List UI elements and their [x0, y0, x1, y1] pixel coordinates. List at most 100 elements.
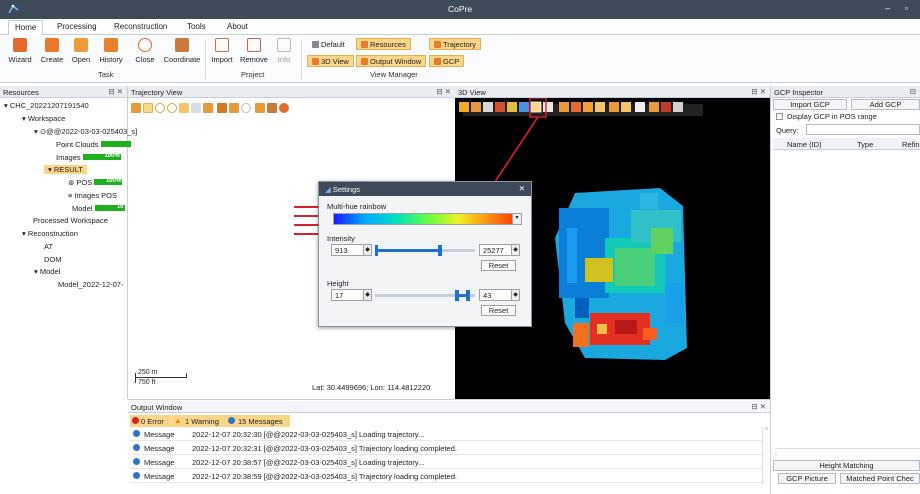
- tab-reconstruction[interactable]: Reconstruction: [114, 22, 167, 31]
- window-controls[interactable]: – ▫: [885, 3, 914, 13]
- panel-pin-close-icon[interactable]: ⊟ ✕: [108, 87, 123, 96]
- scroll-up-icon[interactable]: ˄: [765, 427, 769, 433]
- height-max-stepper[interactable]: ◆: [511, 289, 520, 301]
- create-button[interactable]: Create: [39, 38, 65, 64]
- tree-pos[interactable]: ⊛ POS 100%: [68, 178, 123, 187]
- title-bar: CoPre – ▫: [0, 0, 920, 19]
- matched-point-check-button[interactable]: Matched Point Chec: [840, 473, 920, 484]
- coordinate-button[interactable]: Coordinate: [162, 38, 202, 64]
- gcp-picture-button[interactable]: GCP Picture: [778, 473, 836, 484]
- view-gcp-button[interactable]: GCP: [429, 55, 465, 67]
- intensity-max-stepper[interactable]: ◆: [511, 244, 520, 256]
- height-matching-button[interactable]: Height Matching: [773, 460, 920, 471]
- col-type[interactable]: Type: [857, 140, 873, 149]
- tab-home[interactable]: Home: [8, 20, 44, 36]
- tree-point-clouds[interactable]: Point Clouds: [56, 140, 131, 149]
- view-3d-button[interactable]: 3D View: [307, 55, 354, 67]
- layer-icon[interactable]: [179, 103, 189, 113]
- info-button[interactable]: Info: [274, 38, 294, 64]
- height-min-field[interactable]: 17: [331, 289, 365, 301]
- panel-divider: [770, 86, 771, 494]
- view-default-button[interactable]: Default: [307, 38, 350, 50]
- log-row[interactable]: Message 2022-12-07 20:32:31 [@@2022-03-03…: [130, 441, 763, 455]
- import-button[interactable]: Import: [208, 38, 236, 64]
- tree-model-group[interactable]: ▾ Model: [34, 267, 60, 276]
- colormap-select[interactable]: ▾: [333, 213, 522, 225]
- point-clouds-progress: [100, 141, 131, 147]
- warning-count[interactable]: 1 Warning: [185, 417, 219, 426]
- history-button[interactable]: History: [96, 38, 126, 64]
- height-min-stepper[interactable]: ◆: [363, 289, 372, 301]
- refresh-icon[interactable]: [167, 103, 177, 113]
- intensity-max-field[interactable]: 25277: [479, 244, 513, 256]
- measure-icon[interactable]: [217, 103, 227, 113]
- import-gcp-button[interactable]: Import GCP: [773, 99, 847, 110]
- tab-processing[interactable]: Processing: [57, 22, 97, 31]
- tree-images-pos[interactable]: ≡ Images POS: [68, 191, 117, 200]
- panel-pin-icon[interactable]: ⊟: [910, 87, 916, 96]
- output-header: Output Window ⊟ ✕: [128, 401, 770, 413]
- intensity-min-field[interactable]: 913: [331, 244, 365, 256]
- history-icon[interactable]: [241, 103, 251, 113]
- eye-dropdown-icon[interactable]: [279, 103, 289, 113]
- tree-result[interactable]: ▾ RESULT: [44, 165, 87, 174]
- intensity-max-handle[interactable]: [438, 245, 442, 256]
- intensity-slider-track[interactable]: [375, 245, 475, 256]
- display-gcp-checkbox[interactable]: [776, 113, 783, 120]
- view-trajectory-button[interactable]: Trajectory: [429, 38, 482, 50]
- log-row[interactable]: Message 2022-12-07 20:38:59 [@@2022-03-03…: [130, 469, 763, 483]
- close-button[interactable]: Close: [133, 38, 157, 64]
- tree-model-item[interactable]: Model_2022-12-07-: [58, 280, 123, 289]
- height-max-field[interactable]: 43: [479, 289, 513, 301]
- model-progress: 10: [94, 204, 125, 211]
- select-tool-icon[interactable]: [143, 103, 153, 113]
- scroll-left-icon[interactable]: ‹: [775, 452, 777, 458]
- tree-at[interactable]: AT: [44, 242, 53, 251]
- intensity-min-handle[interactable]: [375, 245, 378, 256]
- height-reset-button[interactable]: Reset: [481, 305, 516, 316]
- tab-about[interactable]: About: [227, 22, 248, 31]
- intensity-min-stepper[interactable]: ◆: [363, 244, 372, 256]
- image-icon[interactable]: [267, 103, 277, 113]
- add-gcp-button[interactable]: Add GCP: [851, 99, 920, 110]
- pos-progress-text: 100%: [105, 178, 122, 184]
- view-output-button[interactable]: Output Window: [356, 55, 427, 67]
- tree-root[interactable]: ▾ CHC_20221207191540: [4, 101, 89, 110]
- log-row[interactable]: Message 2022-12-07 20:38:57 [@@2022-03-03…: [130, 455, 763, 469]
- intensity-reset-button[interactable]: Reset: [481, 260, 516, 271]
- tree-workspace[interactable]: ▾ Workspace: [22, 114, 65, 123]
- height-max-handle[interactable]: [466, 290, 470, 301]
- tree-dom[interactable]: DOM: [44, 255, 62, 264]
- height-min-handle[interactable]: [455, 290, 459, 301]
- tree-processed-workspace[interactable]: Processed Workspace: [33, 216, 108, 225]
- height-slider-track[interactable]: [375, 290, 475, 301]
- open-button[interactable]: Open: [69, 38, 93, 64]
- frame-icon[interactable]: [191, 103, 201, 113]
- wizard-button[interactable]: Wizard: [7, 38, 33, 64]
- rotate-icon[interactable]: [155, 103, 165, 113]
- tab-tools[interactable]: Tools: [187, 22, 206, 31]
- tree-reconstruction[interactable]: ▾ Reconstruction: [22, 229, 78, 238]
- home-view-icon[interactable]: [131, 103, 141, 113]
- tree-images[interactable]: Images 100%: [56, 153, 121, 162]
- settings-close-icon[interactable]: ✕: [519, 184, 525, 193]
- col-name-id[interactable]: Name (ID): [787, 140, 822, 149]
- remove-button[interactable]: Remove: [238, 38, 270, 64]
- tree-dataset[interactable]: ▾ ⊙@@2022-03-03-025403_s]: [34, 127, 137, 136]
- tree-model[interactable]: Model 10: [72, 204, 125, 213]
- panel-pin-close-icon[interactable]: ⊟ ✕: [436, 87, 451, 96]
- query-input[interactable]: [806, 124, 920, 135]
- filter-icon[interactable]: [255, 103, 265, 113]
- output-vscrollbar[interactable]: ˄: [762, 427, 770, 485]
- message-count[interactable]: 15 Messages: [238, 417, 283, 426]
- tools-icon[interactable]: [229, 103, 239, 113]
- panel-pin-close-icon[interactable]: ⊟ ✕: [751, 402, 766, 411]
- gcp-hscrollbar[interactable]: ‹: [775, 448, 920, 458]
- 3d-view-icon: [312, 58, 319, 65]
- log-row[interactable]: Message 2022-12-07 20:32:30 [@@2022-03-03…: [130, 427, 763, 441]
- view-resources-button[interactable]: Resources: [356, 38, 411, 50]
- col-refine[interactable]: Refin: [902, 140, 920, 149]
- error-count[interactable]: 0 Error: [141, 417, 164, 426]
- panel-pin-close-icon[interactable]: ⊟ ✕: [751, 87, 766, 96]
- edit-icon[interactable]: [203, 103, 213, 113]
